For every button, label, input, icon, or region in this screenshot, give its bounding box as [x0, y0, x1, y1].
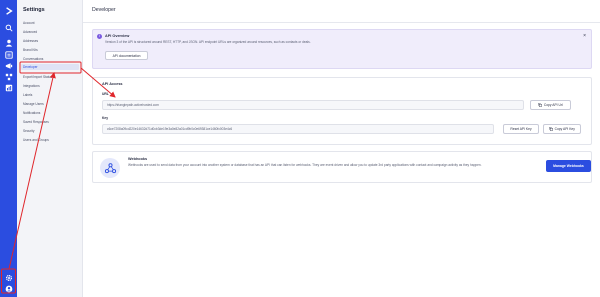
- api-url-field[interactable]: https://trianglepath.activehosted.com: [102, 100, 524, 110]
- gear-icon[interactable]: [3, 273, 14, 282]
- lists-icon[interactable]: [3, 50, 14, 59]
- sidebar-item-security[interactable]: Security: [23, 129, 35, 133]
- page-title: Developer: [92, 7, 116, 13]
- sidebar-item-developer[interactable]: Developer: [21, 64, 79, 70]
- sidebar-item-conversations[interactable]: Conversations: [23, 57, 43, 61]
- sidebar-item-integrations[interactable]: Integrations: [23, 84, 40, 88]
- app-window: Settings Account Advanced Addresses Bran…: [0, 0, 600, 297]
- contacts-icon[interactable]: [3, 38, 14, 47]
- api-overview-banner: i API Overview Version 3 of the API is s…: [92, 29, 592, 69]
- avatar-icon[interactable]: [3, 284, 14, 293]
- sidebar-item-manage-users[interactable]: Manage Users: [23, 102, 44, 106]
- webhooks-description: Webhooks are used to send data from your…: [128, 163, 482, 167]
- copy-api-url-button[interactable]: Copy API Url: [530, 100, 571, 110]
- copy-api-url-label: Copy API Url: [543, 103, 563, 107]
- webhooks-icon: [100, 158, 120, 178]
- main-content: Developer i API Overview Version 3 of th…: [83, 0, 600, 297]
- logo-icon[interactable]: [3, 6, 14, 15]
- webhooks-title: Webhooks: [128, 157, 148, 161]
- reset-api-key-button[interactable]: Reset API Key: [503, 124, 539, 134]
- sidebar-item-addresses[interactable]: Addresses: [23, 39, 38, 43]
- api-overview-title: API Overview: [105, 34, 130, 38]
- copy-api-key-label: Copy API Key: [554, 127, 575, 131]
- page-header: Developer: [83, 0, 600, 23]
- sidebar-title: Settings: [23, 7, 45, 13]
- sidebar-item-advanced[interactable]: Advanced: [23, 30, 37, 34]
- sidebar-item-export-import-status[interactable]: Export/Import Status: [23, 75, 52, 79]
- manage-webhooks-button[interactable]: Manage Webhooks: [546, 160, 591, 172]
- api-key-field[interactable]: c6ce7208a09cd220e14632d71d0cb3de19e3a0e8…: [102, 124, 494, 134]
- copy-icon: [538, 102, 543, 108]
- sidebar-item-account[interactable]: Account: [23, 21, 35, 25]
- webhooks-card: Webhooks Webhooks are used to send data …: [92, 151, 592, 183]
- sidebar-item-notifications[interactable]: Notifications: [23, 111, 40, 115]
- api-access-title: API Access: [102, 82, 123, 86]
- automations-icon[interactable]: [3, 72, 14, 81]
- settings-sidebar: Settings Account Advanced Addresses Bran…: [17, 0, 83, 297]
- url-label: URL: [102, 92, 109, 96]
- sidebar-item-labels[interactable]: Labels: [23, 93, 32, 97]
- search-icon[interactable]: [3, 23, 14, 32]
- reports-icon[interactable]: [3, 83, 14, 92]
- sidebar-item-saved-responses[interactable]: Saved Responses: [23, 120, 49, 124]
- close-icon[interactable]: ×: [583, 33, 586, 39]
- campaigns-icon[interactable]: [3, 61, 14, 70]
- api-access-card: API Access URL https://trianglepath.acti…: [92, 77, 592, 145]
- api-overview-description: Version 3 of the API is structured aroun…: [105, 40, 311, 44]
- icon-rail: [0, 0, 17, 297]
- key-label: Key: [102, 116, 109, 120]
- sidebar-item-brand-kits[interactable]: Brand Kits: [23, 48, 38, 52]
- api-documentation-button[interactable]: API documentation: [105, 51, 148, 60]
- copy-icon: [549, 126, 553, 132]
- info-icon: i: [97, 34, 102, 39]
- sidebar-item-users-and-groups[interactable]: Users and Groups: [23, 138, 49, 142]
- copy-api-key-button[interactable]: Copy API Key: [543, 124, 581, 134]
